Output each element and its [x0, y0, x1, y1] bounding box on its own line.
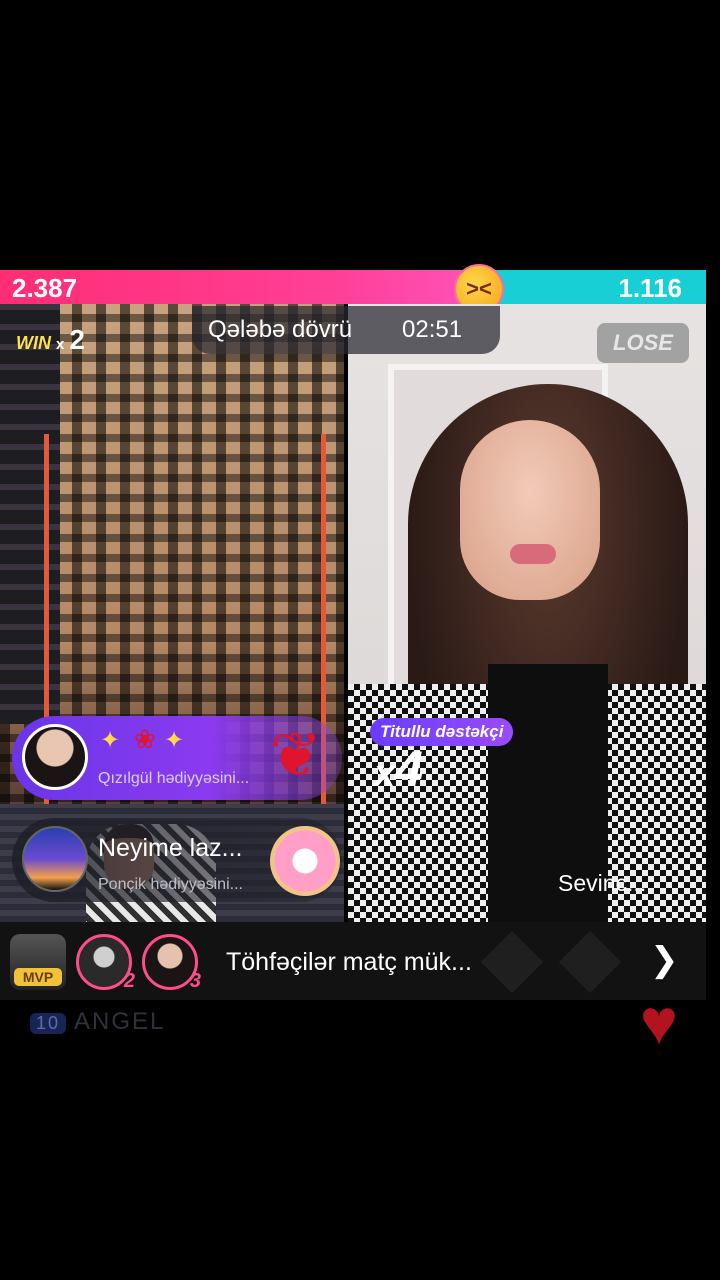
comment-username: ANGEL — [74, 1008, 166, 1035]
multiplier-x: x — [374, 753, 396, 795]
gift-subtitle: Ponçik hədiyyəsini... — [98, 876, 243, 893]
gift-banner-donut[interactable]: Neyime laz... Ponçik hədiyyəsini... — [12, 818, 342, 902]
mvp-badge[interactable]: MVP — [10, 934, 66, 990]
phase-label: Qələbə dövrü — [208, 316, 353, 343]
win-streak-label: WIN x 2 — [16, 324, 85, 356]
sender-avatar[interactable] — [22, 826, 88, 892]
heart-like-icon[interactable]: ♥ — [640, 990, 678, 1054]
rose-emoji-icon: ❀ — [134, 724, 156, 754]
rose-icon: ❦ — [270, 721, 322, 790]
win-count: 2 — [69, 324, 85, 355]
sender-avatar[interactable] — [22, 724, 88, 790]
win-mult-x: x — [56, 336, 65, 353]
sparkles-icon: ✦ — [164, 727, 185, 754]
gift-subtitle: Qızılgül hədiyyəsini... — [98, 770, 250, 787]
right-host-name[interactable]: Sevinc... — [558, 870, 646, 897]
user-level-badge: 10 — [30, 1013, 67, 1034]
battle-timer: 02:51 — [402, 316, 463, 343]
right-host-lips — [510, 544, 556, 564]
right-team-score: 1.116 — [618, 273, 682, 303]
mvp-label: MVP — [14, 968, 62, 986]
win-text: WIN — [16, 333, 51, 353]
lose-badge: LOSE — [597, 323, 689, 363]
sparkles-icon: ✦ — [100, 727, 121, 754]
chevron-right-icon[interactable]: ❯ — [650, 940, 679, 980]
contributor-avatar-3[interactable]: 3 — [142, 934, 201, 992]
sender-name: Neyime laz... — [98, 834, 243, 862]
contributor-avatar-2[interactable]: 2 — [76, 934, 135, 992]
battle-score-bar: 2.387 1.116 — [0, 270, 706, 304]
gift-banner-rose[interactable]: ✦ ❀ ✦ Qızılgül hədiyyəsini... ❦ — [12, 716, 342, 800]
supporter-multiplier: x4 — [374, 740, 423, 798]
faded-comment: 10 ANGEL — [30, 1008, 165, 1036]
right-host-video[interactable] — [348, 304, 706, 922]
rank-number: 2 — [123, 970, 135, 992]
rank-number: 3 — [189, 970, 201, 992]
battle-timer-pill: Qələbə dövrü 02:51 — [192, 306, 500, 354]
right-host-face — [460, 420, 600, 600]
donut-icon — [270, 826, 340, 896]
contributors-label[interactable]: Töhfəçilər matç mük... — [226, 948, 472, 977]
multiplier-number: 4 — [395, 741, 423, 797]
left-team-score: 2.387 — [12, 273, 78, 303]
